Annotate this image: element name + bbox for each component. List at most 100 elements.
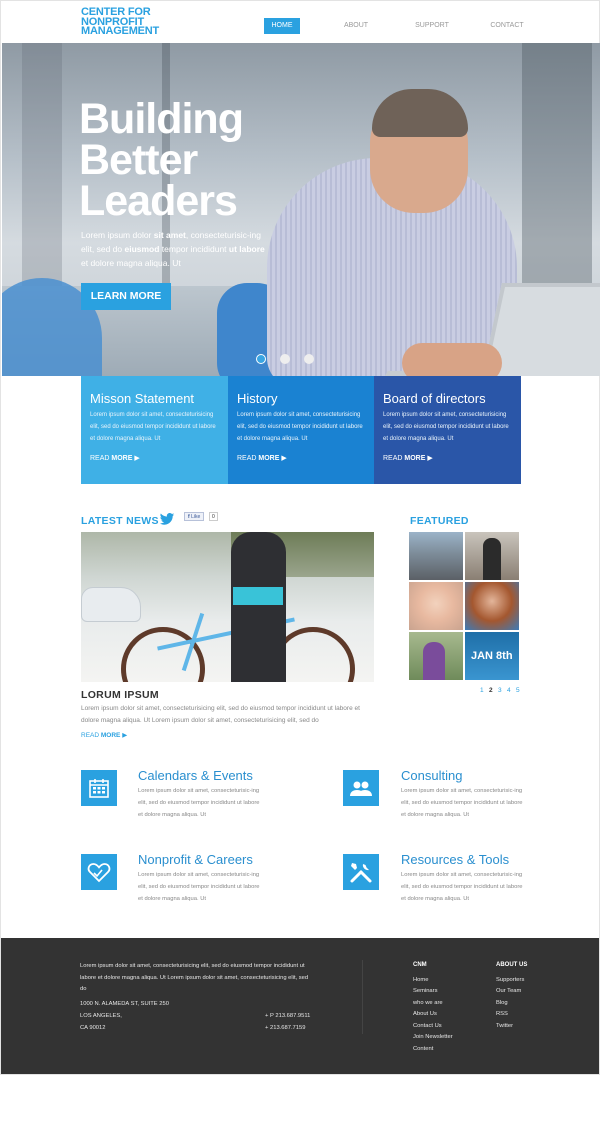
- nonprofit-careers-title[interactable]: Nonprofit & Careers: [138, 852, 253, 867]
- featured-page-5[interactable]: 5: [516, 687, 520, 694]
- hero-person-hair: [372, 89, 468, 137]
- footer-blurb-line: Lorem ipsum dolor sit amet, consecteturi…: [80, 963, 305, 969]
- tools-icon[interactable]: [343, 854, 379, 890]
- news-image-car: [81, 587, 141, 622]
- like-label: Like: [191, 514, 201, 520]
- footer-cnm-heading: CNM: [413, 962, 427, 968]
- footer-link-twitter[interactable]: Twitter: [496, 1023, 513, 1029]
- featured-thumb-woman[interactable]: [465, 582, 519, 630]
- calendars-events-title[interactable]: Calendars & Events: [138, 768, 253, 783]
- hero-title-line: Better: [79, 136, 198, 184]
- history-box: History Lorem ipsum dolor sit amet, cons…: [228, 376, 375, 484]
- footer-divider: [362, 960, 363, 1034]
- box-text: Lorem ipsum dolor sit amet, consecteturi…: [237, 412, 363, 442]
- featured-page-2[interactable]: 2: [489, 687, 493, 694]
- footer-address-line: CA 90012: [80, 1025, 106, 1031]
- footer-address-line: 1000 N. ALAMEDA ST, SUITE 250: [80, 1001, 169, 1007]
- read-more-link[interactable]: READ MORE ▶: [237, 454, 287, 462]
- hero-text-bold: ut labore: [228, 244, 265, 254]
- footer-fax: + 213.687.7159: [265, 1025, 306, 1031]
- hero-title-line: Building: [79, 95, 244, 143]
- footer-link-join-newsletter[interactable]: Join Newsletter: [413, 1034, 453, 1040]
- slider-dot-3[interactable]: [304, 354, 314, 364]
- footer-link-content[interactable]: Content: [413, 1046, 433, 1052]
- footer-link-home[interactable]: Home: [413, 977, 428, 983]
- learn-more-button[interactable]: LEARN MORE: [81, 283, 171, 310]
- nav-about[interactable]: ABOUT: [337, 18, 375, 34]
- read-more-link[interactable]: READ MORE ▶: [90, 454, 140, 462]
- service-text: Lorem ipsum dolor sit amet, consecteturi…: [401, 872, 523, 902]
- featured-thumb-baby[interactable]: [409, 582, 463, 630]
- service-text: Lorem ipsum dolor sit amet, consecteturi…: [401, 788, 523, 818]
- like-count: 0: [209, 512, 218, 521]
- footer-link-seminars[interactable]: Seminars: [413, 988, 437, 994]
- hero-title: Building Better Leaders: [79, 95, 244, 225]
- news-read-more-link[interactable]: READ MORE ▶: [81, 731, 127, 739]
- featured-thumb-event[interactable]: JAN 8th: [465, 632, 519, 680]
- footer-address-line: LOS ANGELES,: [80, 1013, 122, 1019]
- mission-box: Misson Statement Lorem ipsum dolor sit a…: [81, 376, 228, 484]
- footer-link-supporters[interactable]: Supporters: [496, 977, 524, 983]
- thumb-figure: [423, 642, 445, 680]
- read-more-label-bold: MORE: [100, 732, 121, 739]
- featured-page-3[interactable]: 3: [498, 687, 502, 694]
- news-text: Lorem ipsum dolor sit amet, consecteturi…: [81, 705, 360, 724]
- footer-link-about-us[interactable]: About Us: [413, 1011, 437, 1017]
- calendar-icon[interactable]: [81, 770, 117, 806]
- read-more-link[interactable]: READ MORE ▶: [383, 454, 433, 462]
- featured-thumb-city[interactable]: [409, 532, 463, 580]
- twitter-icon[interactable]: [159, 513, 175, 525]
- news-image-shirt: [233, 587, 283, 605]
- read-more-label-bold: MORE: [111, 455, 133, 462]
- read-more-label: READ: [90, 455, 112, 462]
- nav-home[interactable]: HOME: [264, 18, 300, 34]
- box-title: Misson Statement: [90, 391, 195, 406]
- consulting-title[interactable]: Consulting: [401, 768, 462, 783]
- read-more-label-bold: MORE: [258, 455, 280, 462]
- hero-description: Lorem ipsum dolor sit amet, consecteturi…: [81, 228, 273, 270]
- slider-dot-1[interactable]: [256, 354, 266, 364]
- nav-contact[interactable]: CONTACT: [484, 18, 530, 34]
- featured-thumb-girl[interactable]: [409, 632, 463, 680]
- facebook-icon: f: [188, 514, 190, 520]
- service-text: Lorem ipsum dolor sit amet, consecteturi…: [138, 788, 260, 818]
- featured-heading: FEATURED: [410, 515, 469, 527]
- nav-support[interactable]: SUPPORT: [409, 18, 455, 34]
- footer-link-who-we-are[interactable]: who we are: [413, 1000, 443, 1006]
- footer-phone: + P 213.687.9511: [265, 1013, 311, 1019]
- facebook-like-button[interactable]: f Like: [184, 512, 205, 521]
- service-text: Lorem ipsum dolor sit amet, consecteturi…: [138, 872, 260, 902]
- page-frame: CENTER FOR NONPROFIT MANAGEMENT HOME ABO…: [0, 0, 600, 1075]
- footer-link-rss[interactable]: RSS: [496, 1011, 508, 1017]
- slider-dot-2[interactable]: [280, 354, 290, 364]
- footer-blurb-line: do: [80, 986, 87, 992]
- news-image[interactable]: [81, 532, 374, 682]
- news-image-person: [231, 532, 286, 682]
- hero-title-line: Leaders: [79, 177, 238, 225]
- news-title[interactable]: LORUM IPSUM: [81, 689, 159, 701]
- read-more-label: READ: [81, 732, 101, 739]
- box-title: History: [237, 391, 278, 406]
- resources-tools-title[interactable]: Resources & Tools: [401, 852, 509, 867]
- play-arrow-icon: ▶: [122, 732, 128, 739]
- featured-page-1[interactable]: 1: [480, 687, 484, 694]
- box-title: Board of directors: [383, 391, 486, 406]
- footer-link-blog[interactable]: Blog: [496, 1000, 508, 1006]
- featured-page-4[interactable]: 4: [507, 687, 511, 694]
- play-arrow-icon: ▶: [427, 455, 433, 462]
- featured-thumb-person[interactable]: [465, 532, 519, 580]
- footer-about-heading: ABOUT US: [496, 962, 528, 968]
- footer-link-contact-us[interactable]: Contact Us: [413, 1023, 442, 1029]
- people-icon[interactable]: [343, 770, 379, 806]
- footer-link-our-team[interactable]: Our Team: [496, 988, 521, 994]
- hero-person-hands: [402, 343, 502, 376]
- read-more-label-bold: MORE: [404, 455, 426, 462]
- hero-text-bold: sit amet: [153, 230, 186, 240]
- box-text: Lorem ipsum dolor sit amet, consecteturi…: [383, 412, 509, 442]
- read-more-label: READ: [383, 455, 405, 462]
- heart-hands-icon[interactable]: [81, 854, 117, 890]
- featured-date-label: JAN 8th: [471, 650, 513, 662]
- box-text: Lorem ipsum dolor sit amet, consecteturi…: [90, 412, 216, 442]
- main-nav: HOME ABOUT SUPPORT CONTACT: [1, 18, 600, 34]
- hero-text-part: et dolore magna aliqua. Ut: [81, 258, 181, 268]
